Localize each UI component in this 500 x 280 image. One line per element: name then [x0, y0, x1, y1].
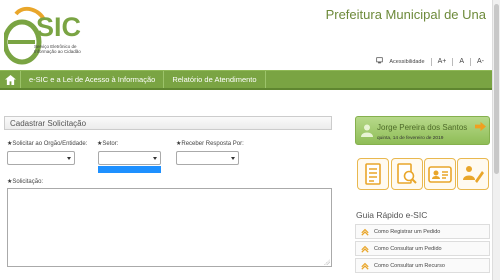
id-card-icon	[428, 166, 452, 183]
quick-item-registrar[interactable]: Como Registrar um Pedido	[355, 224, 490, 239]
font-increase-button[interactable]: A+	[438, 58, 447, 65]
nav-item-lei-acesso[interactable]: e-SIC e a Lei de Acesso à Informação	[21, 71, 165, 88]
user-date: quinta, 14 de fevereiro de 2019	[377, 136, 444, 141]
pen-signature-icon	[463, 166, 484, 183]
quick-guide-title: Guia Rápido e-SIC	[356, 210, 428, 220]
user-name: Jorge Pereira dos Santos	[377, 123, 468, 132]
municipality-title: Prefeitura Municipal de Una	[325, 7, 486, 22]
chevron-down-icon	[67, 157, 71, 160]
chevron-up-icon	[356, 228, 374, 236]
setor-dropdown-highlight[interactable]	[98, 166, 161, 173]
chevron-down-icon	[153, 157, 157, 160]
home-button[interactable]	[0, 71, 21, 88]
quick-item-label: Como Consultar um Pedido	[374, 245, 442, 252]
quick-item-label: Como Registrar um Pedido	[374, 228, 441, 235]
shortcut-new-request[interactable]	[357, 158, 389, 190]
logout-arrow-icon[interactable]	[475, 121, 486, 132]
svg-text:SIC: SIC	[36, 12, 81, 42]
shortcut-profile[interactable]	[424, 158, 456, 190]
orgao-select[interactable]	[7, 151, 75, 165]
logo-tagline-line-2: Informação ao Cidadão	[34, 49, 81, 54]
shortcut-consult-request[interactable]	[391, 158, 423, 190]
resposta-select[interactable]	[176, 151, 239, 165]
document-icon	[365, 163, 381, 185]
orgao-label: ★Solicitar ao Orgão/Entidade:	[7, 140, 87, 147]
orgao-label-text: Solicitar ao Orgão/Entidade:	[12, 141, 88, 147]
accessibility-link[interactable]: Acessibilidade	[389, 59, 424, 65]
user-icon	[361, 124, 373, 137]
quick-item-consultar-pedido[interactable]: Como Consultar um Pedido	[355, 241, 490, 256]
utility-bar: Acessibilidade A+ A A-	[376, 57, 484, 66]
font-decrease-button[interactable]: A-	[477, 58, 484, 65]
page-scrollbar[interactable]	[492, 0, 500, 280]
divider	[470, 57, 471, 66]
chevron-up-icon	[356, 262, 374, 270]
home-icon	[4, 74, 16, 85]
shortcut-edit[interactable]	[457, 158, 489, 190]
font-reset-button[interactable]: A	[459, 58, 464, 65]
quick-item-consultar-recurso[interactable]: Como Consultar um Recurso	[355, 258, 490, 273]
quick-item-label: Como Consultar um Recurso	[374, 262, 445, 269]
resposta-label-text: Receber Resposta Por:	[181, 141, 244, 147]
logo-tagline: Serviço Eletrônico de Informação ao Cida…	[34, 44, 81, 54]
divider	[430, 57, 432, 66]
esic-logo[interactable]: SIC	[4, 6, 90, 66]
chevron-down-icon	[231, 157, 235, 160]
site-header: SIC Serviço Eletrônico de Informação ao …	[0, 0, 492, 70]
form-title: Cadastrar Solicitação	[10, 119, 87, 128]
resize-handle[interactable]	[324, 259, 330, 265]
solicitacao-textarea[interactable]	[7, 188, 332, 267]
user-panel: Jorge Pereira dos Santos quinta, 14 de f…	[355, 116, 490, 145]
setor-label: ★Setor:	[97, 140, 118, 147]
main-nav: e-SIC e a Lei de Acesso à Informação Rel…	[0, 70, 492, 90]
search-document-icon	[397, 163, 417, 184]
nav-item-relatorio[interactable]: Relatório de Atendimento	[164, 71, 266, 88]
form-header-panel: Cadastrar Solicitação	[4, 116, 332, 130]
solicitacao-label-text: Solicitação:	[12, 179, 44, 185]
scrollbar-thumb[interactable]	[494, 4, 499, 174]
accessibility-icon	[376, 57, 384, 66]
setor-label-text: Setor:	[102, 141, 119, 147]
solicitacao-label: ★Solicitação:	[7, 178, 43, 185]
resposta-label: ★Receber Resposta Por:	[176, 140, 244, 147]
setor-select[interactable]	[98, 151, 161, 165]
divider	[452, 57, 454, 66]
chevron-up-icon	[356, 245, 374, 253]
